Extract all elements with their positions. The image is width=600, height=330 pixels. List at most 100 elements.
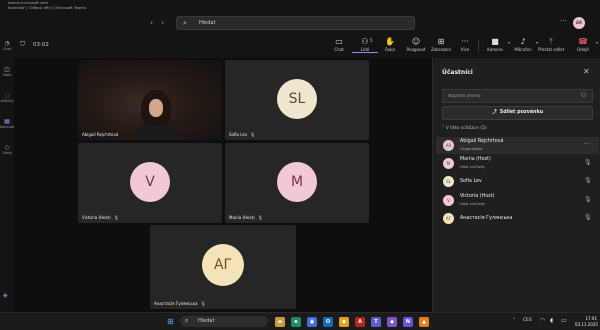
teams-icon[interactable]: T bbox=[371, 317, 381, 327]
file-explorer-icon[interactable]: ▬ bbox=[275, 317, 285, 327]
more-button[interactable]: ··· Více bbox=[452, 37, 478, 52]
hand-icon: ✋ bbox=[385, 37, 395, 46]
chat-icon: ◔ bbox=[4, 40, 10, 47]
taskbar-search-label: Hledat bbox=[198, 318, 215, 324]
participant-row[interactable]: V Victoria (Host) Host schůzky 🎙 bbox=[436, 192, 599, 209]
video-tile-mariia[interactable]: M Mariia (Host) 🎙 bbox=[225, 143, 369, 223]
language-indicator[interactable]: CES bbox=[523, 318, 532, 323]
participant-name: Mariia (Host) bbox=[460, 157, 491, 162]
profile-avatar[interactable]: AR bbox=[573, 17, 585, 29]
tray-chevron-icon[interactable]: ˄ bbox=[513, 318, 516, 324]
onenote-icon[interactable]: N bbox=[403, 317, 413, 327]
team-icon: ◫ bbox=[4, 66, 10, 73]
back-arrow-icon[interactable]: ‹ bbox=[150, 19, 153, 27]
share-invite-button[interactable]: ⤴ Sdílet pozvánku bbox=[442, 106, 593, 120]
system-clock[interactable]: 17:01 03.11.2025 bbox=[575, 316, 598, 327]
participant-name: Victoria (Host) bbox=[460, 194, 495, 199]
title-bar: teams.microsoft.com Kalendář | Čtěbnú dě… bbox=[0, 0, 600, 12]
wifi-icon[interactable]: ◠ bbox=[540, 317, 545, 324]
vlc-icon[interactable]: ▲ bbox=[419, 317, 429, 327]
rail-label: Aktivity bbox=[0, 99, 14, 103]
video-tile-victoria[interactable]: V Victoria (Host) 🎙 bbox=[78, 143, 222, 223]
participant-name: Abigail Rejchrtová bbox=[460, 139, 504, 144]
raise-hand-label: Ruka bbox=[385, 47, 395, 52]
mic-off-icon: 🎙 bbox=[113, 215, 119, 220]
participants-panel: Účastníci ✕ ⚇ ⤴Sdílet pozvánku ˅ V této … bbox=[432, 58, 600, 312]
participant-search-input[interactable] bbox=[448, 92, 568, 101]
close-icon[interactable]: ✕ bbox=[583, 67, 590, 76]
participant-row[interactable]: АГ Анастасія Гулянська 🎙 bbox=[436, 210, 599, 227]
rail-item-chat[interactable]: ◔ Chat bbox=[0, 40, 14, 51]
camera-button[interactable]: ■ Kamera ▾ bbox=[482, 37, 510, 52]
battery-icon[interactable]: ▭ bbox=[561, 317, 567, 324]
microphone-button[interactable]: ♪ Mikrofon ▾ bbox=[510, 37, 538, 52]
shield-icon: ⛉ bbox=[20, 40, 26, 48]
mic-off-icon: 🎙 bbox=[250, 132, 256, 137]
more-options-icon[interactable]: ··· bbox=[584, 141, 590, 148]
volume-icon[interactable]: ◖ bbox=[550, 317, 553, 324]
top-bar: ‹ › ⌕ Hledat ··· AR bbox=[0, 12, 600, 34]
grid-view-icon: ⊞ bbox=[437, 37, 445, 46]
apps-icon[interactable]: ◈ bbox=[3, 292, 8, 299]
participant-row[interactable]: SL Sofia Lev 🎙 bbox=[436, 173, 599, 190]
chrome-icon[interactable]: ◉ bbox=[339, 317, 349, 327]
forward-arrow-icon[interactable]: › bbox=[161, 19, 164, 27]
emoji-icon: ☺ bbox=[411, 37, 421, 46]
people-count: 5 bbox=[370, 38, 373, 43]
people-icon: ⚇ bbox=[361, 37, 369, 46]
tile-name: Victoria (Host) 🎙 bbox=[82, 215, 119, 220]
section-label: V této schůzce (5) bbox=[445, 126, 487, 131]
avatar: M bbox=[443, 158, 454, 169]
taskbar-search[interactable]: ⌕ Hledat bbox=[180, 316, 268, 327]
store-icon[interactable]: ▣ bbox=[307, 317, 317, 327]
window-title: Kalendář | Čtěbnú dění | Microsoft Teams bbox=[8, 5, 86, 10]
raise-hand-button[interactable]: ✋ Ruka bbox=[377, 37, 403, 52]
stop-sharing-label: Přestat sdílet bbox=[538, 47, 565, 52]
people-button[interactable]: ⚇ 5 Lidé bbox=[352, 37, 378, 53]
microphone-icon: ♪ bbox=[520, 37, 526, 46]
participant-role: Host schůzky bbox=[460, 164, 486, 169]
tile-name-text: Sofia Lev bbox=[229, 132, 248, 137]
more-label: Více bbox=[460, 47, 470, 52]
chat-button-label: Chat bbox=[334, 47, 344, 52]
more-options-icon[interactable]: ··· bbox=[560, 17, 567, 25]
meeting-stage: Abigail Rejchrtová SL Sofia Lev 🎙 V Victo… bbox=[14, 58, 432, 312]
acrobat-icon[interactable]: A bbox=[355, 317, 365, 327]
phone-hangup-icon: ☎ bbox=[578, 37, 588, 46]
in-meeting-section-header[interactable]: ˅ V této schůzce (5) bbox=[442, 126, 487, 131]
camera-label: Kamera bbox=[487, 47, 503, 52]
mic-off-icon: 🎙 bbox=[200, 301, 206, 306]
avatar: АГ bbox=[202, 244, 244, 286]
video-tile-abigail[interactable]: Abigail Rejchrtová bbox=[78, 60, 222, 140]
react-button[interactable]: ☺ Reagovat bbox=[403, 37, 429, 52]
participant-search-field[interactable]: ⚇ bbox=[442, 89, 593, 103]
edge-icon[interactable]: e bbox=[291, 317, 301, 327]
teams-window: teams.microsoft.com Kalendář | Čtěbnú dě… bbox=[0, 0, 600, 330]
avatar: V bbox=[443, 195, 454, 206]
stop-sharing-button[interactable]: ⤒ Přestat sdílet bbox=[538, 37, 564, 52]
rail-item-activity[interactable]: ◌ Aktivity bbox=[0, 92, 14, 103]
outlook-icon[interactable]: O bbox=[323, 317, 333, 327]
toolbar-divider bbox=[478, 40, 479, 52]
rail-item-calendar[interactable]: ▦ Kalendář bbox=[0, 118, 14, 129]
chat-button[interactable]: ▭ Chat bbox=[326, 37, 352, 52]
avatar: АГ bbox=[443, 213, 454, 224]
participant-row[interactable]: M Mariia (Host) Host schůzky 🎙 bbox=[436, 155, 599, 172]
video-tile-sofia[interactable]: SL Sofia Lev 🎙 bbox=[225, 60, 369, 140]
participant-role: Organizátor bbox=[460, 146, 483, 151]
rail-item-tasks[interactable]: ◇ Úkoly bbox=[0, 144, 14, 155]
rail-item-sofia[interactable]: ◫ Sofia bbox=[0, 66, 14, 77]
chevron-down-icon[interactable]: ▾ bbox=[596, 40, 598, 45]
participant-row[interactable]: AR Abigail Rejchrtová Organizátor ··· bbox=[436, 137, 599, 154]
global-search-input[interactable]: ⌕ Hledat bbox=[176, 16, 415, 30]
windows-start-icon[interactable]: ⊞ bbox=[167, 317, 174, 326]
app-icon[interactable]: ◆ bbox=[387, 317, 397, 327]
video-tile-anastasia[interactable]: АГ Анастасія Гулянська 🎙 bbox=[150, 225, 296, 309]
share-icon: ⤴ bbox=[491, 110, 497, 115]
view-button[interactable]: ⊞ Zobrazení bbox=[428, 37, 454, 52]
more-icon: ··· bbox=[461, 37, 469, 46]
add-people-icon[interactable]: ⚇ bbox=[581, 92, 586, 99]
mic-off-icon: 🎙 bbox=[584, 159, 592, 166]
bell-icon: ◌ bbox=[4, 92, 10, 99]
leave-button[interactable]: ☎ Odejít ▾ bbox=[570, 37, 598, 52]
